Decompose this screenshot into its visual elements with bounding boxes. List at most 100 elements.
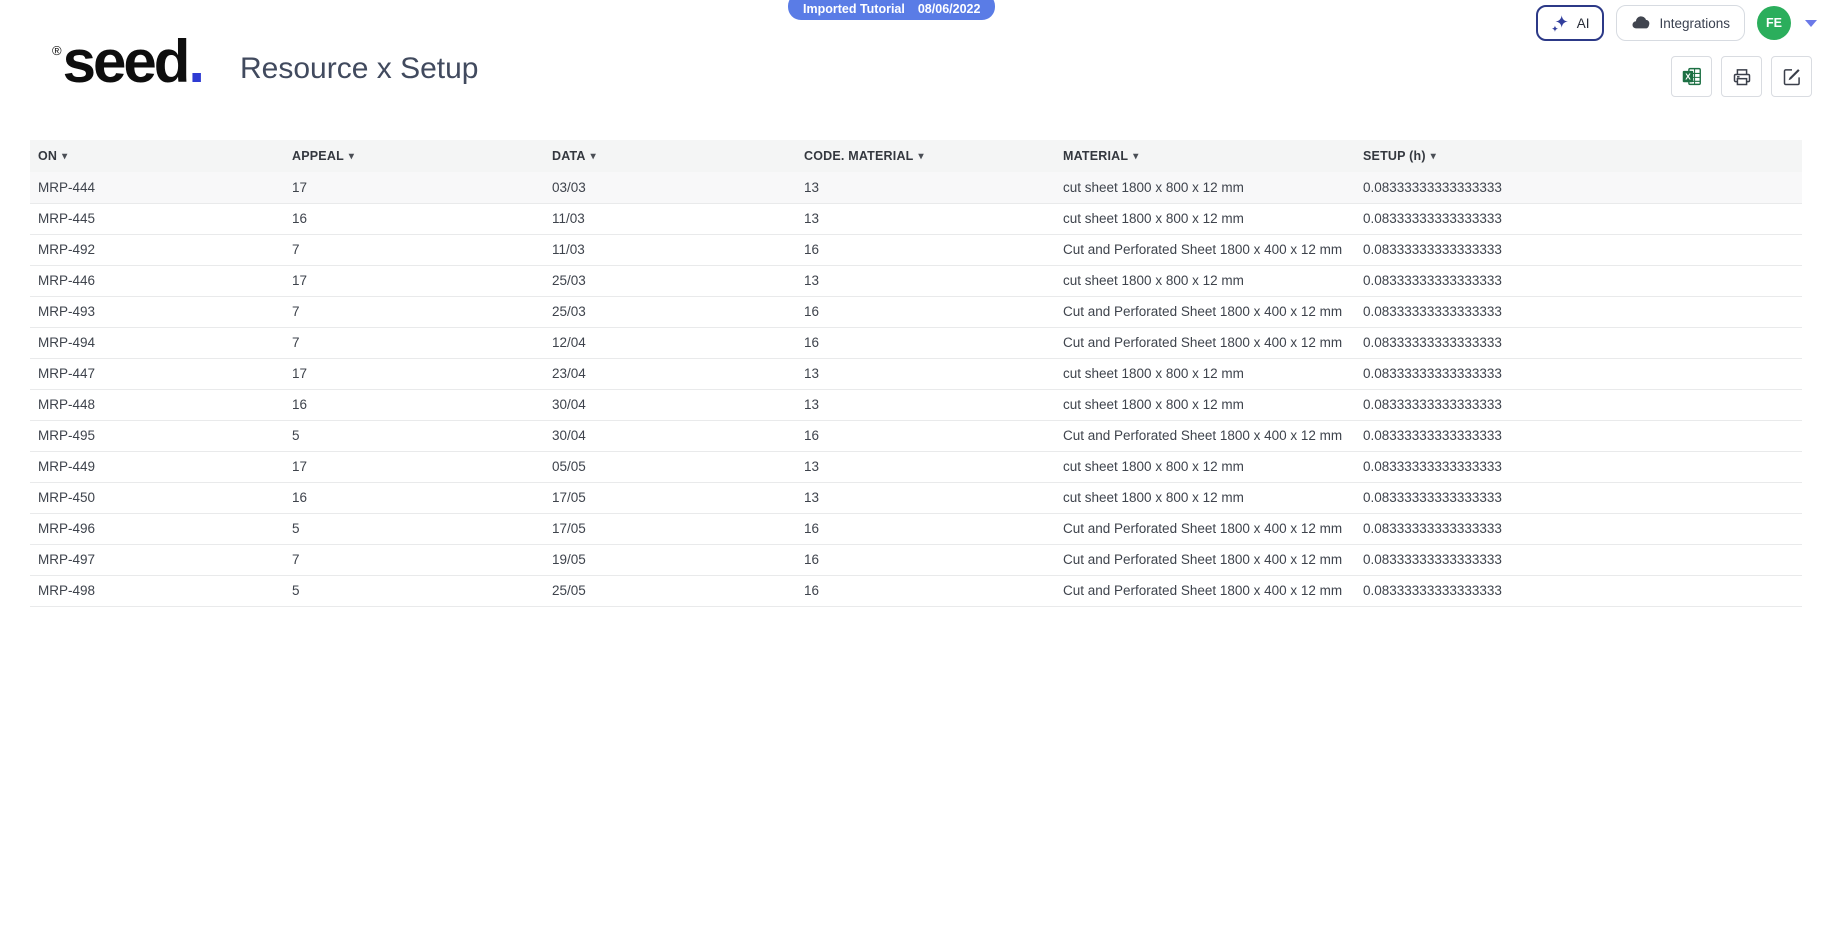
cell-data: 30/04 bbox=[544, 420, 796, 451]
table-row[interactable]: MRP-495530/0416Cut and Perforated Sheet … bbox=[30, 420, 1802, 451]
cloud-icon bbox=[1631, 13, 1651, 33]
cell-data: 30/04 bbox=[544, 389, 796, 420]
column-header-material[interactable]: MATERIAL▾ bbox=[1055, 140, 1355, 172]
column-header-data[interactable]: DATA ▾ bbox=[544, 140, 796, 172]
column-header-label: DATA bbox=[552, 149, 586, 163]
cell-data: 23/04 bbox=[544, 358, 796, 389]
cell-setup-h: 0.08333333333333333 bbox=[1355, 575, 1802, 606]
cell-setup-h: 0.08333333333333333 bbox=[1355, 358, 1802, 389]
excel-export-button[interactable]: X bbox=[1671, 56, 1712, 97]
sort-caret-icon: ▾ bbox=[1133, 151, 1138, 162]
cell-setup-h: 0.08333333333333333 bbox=[1355, 203, 1802, 234]
cell-setup-h: 0.08333333333333333 bbox=[1355, 482, 1802, 513]
table-row[interactable]: MRP-4461725/0313cut sheet 1800 x 800 x 1… bbox=[30, 265, 1802, 296]
table-row[interactable]: MRP-496517/0516Cut and Perforated Sheet … bbox=[30, 513, 1802, 544]
cell-appeal: 5 bbox=[284, 513, 544, 544]
cell-material: Cut and Perforated Sheet 1800 x 400 x 12… bbox=[1055, 544, 1355, 575]
cell-data: 25/03 bbox=[544, 296, 796, 327]
cell-appeal: 17 bbox=[284, 172, 544, 203]
cell-on: MRP-447 bbox=[30, 358, 284, 389]
logo-text: seed bbox=[63, 30, 188, 93]
cell-on: MRP-497 bbox=[30, 544, 284, 575]
cell-appeal: 16 bbox=[284, 482, 544, 513]
column-header-setup-h[interactable]: SETUP (h)▾ bbox=[1355, 140, 1802, 172]
integrations-button[interactable]: Integrations bbox=[1616, 5, 1745, 41]
cell-data: 12/04 bbox=[544, 327, 796, 358]
table-row[interactable]: MRP-4451611/0313cut sheet 1800 x 800 x 1… bbox=[30, 203, 1802, 234]
cell-on: MRP-498 bbox=[30, 575, 284, 606]
cell-data: 25/05 bbox=[544, 575, 796, 606]
svg-text:X: X bbox=[1685, 72, 1691, 82]
ai-button-label: AI bbox=[1577, 16, 1590, 31]
column-header-label: CODE. MATERIAL bbox=[804, 149, 914, 163]
cell-code-material: 13 bbox=[796, 172, 1055, 203]
edit-button[interactable] bbox=[1771, 56, 1812, 97]
cell-material: cut sheet 1800 x 800 x 12 mm bbox=[1055, 203, 1355, 234]
cell-code-material: 16 bbox=[796, 327, 1055, 358]
cell-data: 19/05 bbox=[544, 544, 796, 575]
topbar: AI Integrations FE bbox=[1536, 5, 1817, 41]
cell-setup-h: 0.08333333333333333 bbox=[1355, 420, 1802, 451]
cell-code-material: 16 bbox=[796, 234, 1055, 265]
cell-code-material: 16 bbox=[796, 575, 1055, 606]
logo-dot: . bbox=[188, 30, 205, 93]
cell-setup-h: 0.08333333333333333 bbox=[1355, 451, 1802, 482]
cell-on: MRP-494 bbox=[30, 327, 284, 358]
resource-setup-table: ON▾APPEAL▾DATA▾CODE. MATERIAL▾MATERIAL▾S… bbox=[30, 140, 1802, 607]
cell-setup-h: 0.08333333333333333 bbox=[1355, 296, 1802, 327]
cell-data: 03/03 bbox=[544, 172, 796, 203]
avatar-initials: FE bbox=[1766, 16, 1782, 30]
cell-data: 17/05 bbox=[544, 513, 796, 544]
edit-icon bbox=[1782, 67, 1802, 87]
column-header-label: APPEAL bbox=[292, 149, 344, 163]
cell-code-material: 13 bbox=[796, 389, 1055, 420]
table-row[interactable]: MRP-493725/0316Cut and Perforated Sheet … bbox=[30, 296, 1802, 327]
cell-material: Cut and Perforated Sheet 1800 x 400 x 12… bbox=[1055, 513, 1355, 544]
cell-data: 17/05 bbox=[544, 482, 796, 513]
ai-button[interactable]: AI bbox=[1536, 5, 1605, 41]
action-buttons: X bbox=[1671, 56, 1812, 97]
cell-code-material: 13 bbox=[796, 451, 1055, 482]
table-row[interactable]: MRP-4491705/0513cut sheet 1800 x 800 x 1… bbox=[30, 451, 1802, 482]
avatar[interactable]: FE bbox=[1757, 6, 1791, 40]
table-row[interactable]: MRP-4471723/0413cut sheet 1800 x 800 x 1… bbox=[30, 358, 1802, 389]
cell-setup-h: 0.08333333333333333 bbox=[1355, 327, 1802, 358]
cell-on: MRP-492 bbox=[30, 234, 284, 265]
imported-tutorial-badge: Imported Tutorial 08/06/2022 bbox=[788, 0, 995, 20]
sort-caret-icon: ▾ bbox=[591, 151, 596, 162]
cell-on: MRP-449 bbox=[30, 451, 284, 482]
cell-on: MRP-448 bbox=[30, 389, 284, 420]
cell-on: MRP-495 bbox=[30, 420, 284, 451]
print-button[interactable] bbox=[1721, 56, 1762, 97]
cell-appeal: 7 bbox=[284, 234, 544, 265]
chevron-down-icon[interactable] bbox=[1805, 20, 1817, 27]
cell-appeal: 5 bbox=[284, 420, 544, 451]
cell-code-material: 13 bbox=[796, 358, 1055, 389]
page-title: Resource x Setup bbox=[240, 52, 478, 86]
cell-code-material: 13 bbox=[796, 265, 1055, 296]
column-header-on[interactable]: ON▾ bbox=[30, 140, 284, 172]
cell-code-material: 13 bbox=[796, 482, 1055, 513]
cell-appeal: 17 bbox=[284, 265, 544, 296]
table-row[interactable]: MRP-4441703/0313cut sheet 1800 x 800 x 1… bbox=[30, 172, 1802, 203]
table-row[interactable]: MRP-492711/0316Cut and Perforated Sheet … bbox=[30, 234, 1802, 265]
table-row[interactable]: MRP-4501617/0513cut sheet 1800 x 800 x 1… bbox=[30, 482, 1802, 513]
cell-appeal: 5 bbox=[284, 575, 544, 606]
column-header-code-material[interactable]: CODE. MATERIAL▾ bbox=[796, 140, 1055, 172]
cell-code-material: 16 bbox=[796, 420, 1055, 451]
sort-caret-icon: ▾ bbox=[349, 151, 354, 162]
cell-material: cut sheet 1800 x 800 x 12 mm bbox=[1055, 172, 1355, 203]
table-row[interactable]: MRP-494712/0416Cut and Perforated Sheet … bbox=[30, 327, 1802, 358]
seed-logo[interactable]: ® seed . bbox=[52, 30, 205, 93]
table-row[interactable]: MRP-497719/0516Cut and Perforated Sheet … bbox=[30, 544, 1802, 575]
cell-setup-h: 0.08333333333333333 bbox=[1355, 389, 1802, 420]
table-row[interactable]: MRP-4481630/0413cut sheet 1800 x 800 x 1… bbox=[30, 389, 1802, 420]
cell-on: MRP-450 bbox=[30, 482, 284, 513]
table-row[interactable]: MRP-498525/0516Cut and Perforated Sheet … bbox=[30, 575, 1802, 606]
badge-label: Imported Tutorial bbox=[803, 2, 905, 16]
cell-data: 11/03 bbox=[544, 203, 796, 234]
cell-material: cut sheet 1800 x 800 x 12 mm bbox=[1055, 482, 1355, 513]
column-header-appeal[interactable]: APPEAL ▾ bbox=[284, 140, 544, 172]
registered-mark: ® bbox=[52, 43, 62, 58]
excel-icon: X bbox=[1681, 66, 1702, 87]
